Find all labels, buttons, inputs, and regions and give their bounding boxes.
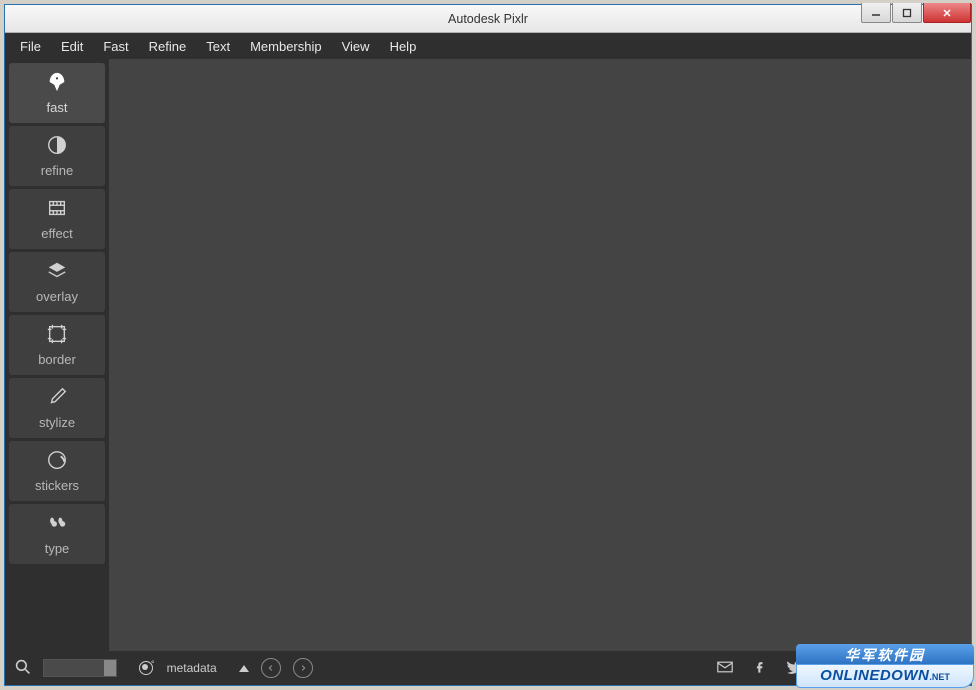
tool-refine[interactable]: refine xyxy=(9,126,105,186)
titlebar[interactable]: Autodesk Pixlr xyxy=(5,5,971,33)
tool-label: overlay xyxy=(36,289,78,304)
maximize-button[interactable] xyxy=(892,3,922,23)
twitter-icon[interactable] xyxy=(785,660,801,677)
quote-icon xyxy=(46,512,68,537)
main-area: fast refine effect xyxy=(5,59,971,651)
menu-fast[interactable]: Fast xyxy=(94,36,137,57)
film-icon xyxy=(46,197,68,222)
tool-label: effect xyxy=(41,226,73,241)
frame-icon xyxy=(46,323,68,348)
tool-border[interactable]: border xyxy=(9,315,105,375)
tool-stylize[interactable]: stylize xyxy=(9,378,105,438)
tool-effect[interactable]: effect xyxy=(9,189,105,249)
menu-refine[interactable]: Refine xyxy=(140,36,196,57)
contrast-icon xyxy=(46,134,68,159)
menu-view[interactable]: View xyxy=(333,36,379,57)
triangle-up-icon[interactable] xyxy=(239,665,249,672)
menu-text[interactable]: Text xyxy=(197,36,239,57)
facebook-icon[interactable] xyxy=(751,660,767,677)
next-button[interactable] xyxy=(293,658,313,678)
tool-overlay[interactable]: overlay xyxy=(9,252,105,312)
social-links xyxy=(717,660,961,677)
tool-fast[interactable]: fast xyxy=(9,63,105,123)
app-body: File Edit Fast Refine Text Membership Vi… xyxy=(5,33,971,685)
statusbar: ° metadata xyxy=(5,651,971,685)
sticker-icon xyxy=(46,449,68,474)
window-controls xyxy=(860,3,971,23)
search-icon[interactable] xyxy=(15,659,31,678)
tool-label: stylize xyxy=(39,415,75,430)
metadata-label: metadata xyxy=(167,661,217,675)
menu-help[interactable]: Help xyxy=(381,36,426,57)
tool-label: border xyxy=(38,352,76,367)
menu-file[interactable]: File xyxy=(11,36,50,57)
canvas-workspace[interactable] xyxy=(109,59,971,651)
menu-edit[interactable]: Edit xyxy=(52,36,92,57)
close-button[interactable] xyxy=(923,3,971,23)
tool-sidebar: fast refine effect xyxy=(5,59,109,651)
metadata-toggle[interactable]: ° metadata xyxy=(139,661,217,675)
application-window: Autodesk Pixlr File Edit Fast Refine Tex… xyxy=(4,4,972,686)
brush-icon xyxy=(46,386,68,411)
menubar: File Edit Fast Refine Text Membership Vi… xyxy=(5,33,971,59)
minimize-button[interactable] xyxy=(861,3,891,23)
zoom-slider[interactable] xyxy=(43,659,117,677)
prev-button[interactable] xyxy=(261,658,281,678)
tool-label: type xyxy=(45,541,70,556)
layers-icon xyxy=(46,260,68,285)
zoom-slider-thumb[interactable] xyxy=(104,660,116,676)
tool-label: stickers xyxy=(35,478,79,493)
mail-icon[interactable] xyxy=(717,660,733,677)
tool-label: fast xyxy=(47,100,68,115)
tool-label: refine xyxy=(41,163,74,178)
rocket-icon xyxy=(46,71,68,96)
tool-type[interactable]: type xyxy=(9,504,105,564)
tool-stickers[interactable]: stickers xyxy=(9,441,105,501)
menu-membership[interactable]: Membership xyxy=(241,36,331,57)
circle-small-icon: ° xyxy=(151,659,155,669)
window-title: Autodesk Pixlr xyxy=(448,12,528,26)
